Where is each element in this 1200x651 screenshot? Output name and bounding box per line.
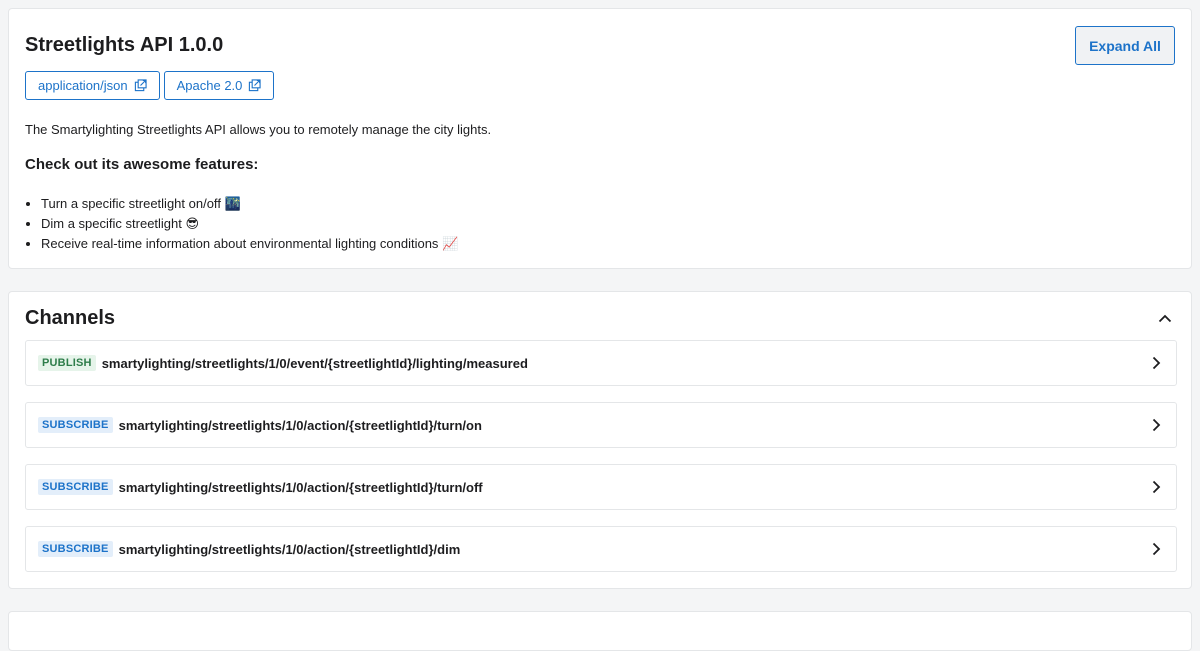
channel-path: smartylighting/streetlights/1/0/action/{… <box>118 541 461 557</box>
content-type-link[interactable]: application/json <box>25 71 160 100</box>
channel-row[interactable]: SUBSCRIBE smartylighting/streetlights/1/… <box>25 464 1177 510</box>
list-item: Dim a specific streetlight 😎 <box>41 214 458 234</box>
channel-row[interactable]: PUBLISH smartylighting/streetlights/1/0/… <box>25 340 1177 386</box>
license-link[interactable]: Apache 2.0 <box>163 71 275 100</box>
subscribe-badge: SUBSCRIBE <box>38 541 113 557</box>
channel-path: smartylighting/streetlights/1/0/action/{… <box>118 417 482 433</box>
channel-row[interactable]: SUBSCRIBE smartylighting/streetlights/1/… <box>25 402 1177 448</box>
collapse-channels-button[interactable] <box>1155 308 1175 328</box>
features-heading: Check out its awesome features: <box>25 156 259 173</box>
expand-all-button[interactable]: Expand All <box>1075 26 1175 65</box>
api-description: The Smartylighting Streetlights API allo… <box>25 122 492 137</box>
content-type-link-label: application/json <box>38 78 128 93</box>
channels-card: Channels PUBLISH smartylighting/streetli… <box>8 291 1192 589</box>
feature-list: Turn a specific streetlight on/off 🌃 Dim… <box>25 194 458 254</box>
channel-path: smartylighting/streetlights/1/0/action/{… <box>118 479 483 495</box>
channels-title: Channels <box>25 307 116 329</box>
subscribe-badge: SUBSCRIBE <box>38 479 113 495</box>
external-link-icon <box>249 79 262 92</box>
chevron-right-icon <box>1148 479 1164 495</box>
channel-row[interactable]: SUBSCRIBE smartylighting/streetlights/1/… <box>25 526 1177 572</box>
chevron-right-icon <box>1148 541 1164 557</box>
api-title: Streetlights API 1.0.0 <box>25 34 224 56</box>
chevron-up-icon <box>1158 314 1172 322</box>
api-info-card: Streetlights API 1.0.0 Expand All applic… <box>8 8 1192 269</box>
subscribe-badge: SUBSCRIBE <box>38 417 113 433</box>
channel-path: smartylighting/streetlights/1/0/event/{s… <box>101 355 528 371</box>
license-link-label: Apache 2.0 <box>176 78 243 93</box>
list-item: Turn a specific streetlight on/off 🌃 <box>41 194 458 214</box>
chevron-right-icon <box>1148 417 1164 433</box>
next-section-card <box>8 611 1192 651</box>
external-link-icon <box>134 79 147 92</box>
publish-badge: PUBLISH <box>38 355 96 371</box>
info-links: application/json Apache 2.0 <box>25 71 275 100</box>
chevron-right-icon <box>1148 355 1164 371</box>
list-item: Receive real-time information about envi… <box>41 234 458 254</box>
